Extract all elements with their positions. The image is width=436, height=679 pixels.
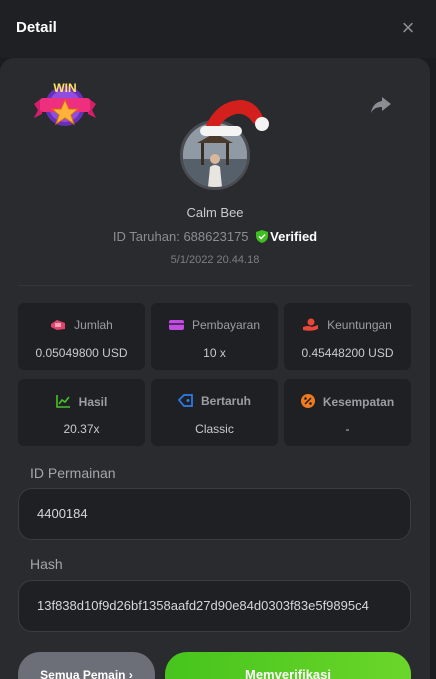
stat-label: Jumlah	[74, 318, 113, 332]
close-icon[interactable]: ×	[396, 16, 420, 40]
verified-label: Verified	[270, 229, 318, 244]
hash-label: Hash	[30, 556, 63, 572]
stat-value: 0.05049800 USD	[35, 346, 128, 360]
santa-hat-icon	[196, 94, 274, 140]
win-badge-text: WIN	[53, 81, 77, 95]
modal-header: Detail ×	[0, 0, 436, 58]
tag-icon	[177, 394, 193, 407]
bet-date: 5/1/2022 20.44.18	[170, 254, 260, 266]
stat-value: 20.37x	[63, 422, 100, 436]
verify-button[interactable]: Memverifikasi	[165, 652, 411, 679]
stat-amount: Jumlah 0.05049800 USD	[18, 303, 145, 370]
all-players-button[interactable]: Semua Pemain ›	[18, 652, 155, 679]
game-id-field[interactable]: 4400184	[18, 488, 411, 540]
stat-label: Hasil	[78, 395, 108, 409]
stat-chance: Kesempatan -	[284, 379, 411, 446]
percent-icon	[300, 394, 315, 408]
share-icon[interactable]	[368, 92, 394, 118]
stat-label: Pembayaran	[191, 318, 261, 332]
username: Calm Bee	[186, 205, 244, 220]
stat-profit: Keuntungan 0.45448200 USD	[284, 303, 411, 370]
stat-label: Bertaruh	[200, 394, 251, 408]
bet-id-row: ID Taruhan: 688623175 Verified	[0, 229, 430, 244]
bet-id-label: ID Taruhan:	[112, 229, 180, 244]
profit-hand-icon	[303, 318, 319, 331]
win-badge: WIN	[30, 78, 100, 132]
card-icon	[168, 320, 184, 330]
stat-value: -	[345, 422, 350, 436]
stat-bet-type: Bertaruh Classic	[151, 379, 278, 446]
stat-label: Kesempatan	[322, 395, 395, 409]
modal-title: Detail	[16, 19, 57, 36]
bet-amount-icon	[51, 320, 66, 330]
game-id-label: ID Permainan	[30, 465, 116, 481]
stat-result: Hasil 20.37x	[18, 379, 145, 446]
stat-value: Classic	[195, 422, 234, 436]
chart-icon	[55, 395, 70, 408]
stat-value: 10 x	[203, 346, 226, 360]
hash-field[interactable]: 13f838d10f9d26bf1358aafd27d90e84d0303f83…	[18, 580, 411, 632]
stat-label: Keuntungan	[327, 318, 392, 332]
stat-payout: Pembayaran 10 x	[151, 303, 278, 370]
bet-id-value: 688623175	[183, 229, 249, 244]
verified-shield-icon	[256, 230, 269, 243]
stat-value: 0.45448200 USD	[301, 346, 394, 360]
divider	[18, 285, 412, 286]
